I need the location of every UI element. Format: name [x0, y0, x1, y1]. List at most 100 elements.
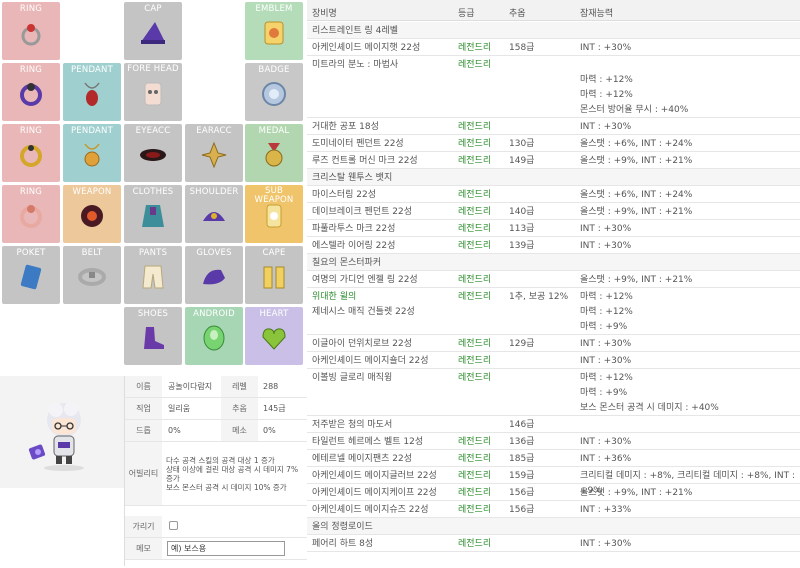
slot-ring[interactable]: RING — [2, 2, 60, 60]
sub-weapon-icon — [266, 204, 282, 228]
equip-name-line: 여명의 가디언 엔젤 링 22성 — [312, 275, 418, 285]
equip-name-line: 리스트레인트 링 4레벨 — [312, 26, 398, 36]
slot-pants[interactable]: PANTS — [124, 246, 182, 304]
slot-heart[interactable]: HEART — [245, 307, 303, 365]
slot-label: CAP — [144, 4, 162, 14]
slot-label: BELT — [81, 248, 103, 258]
equip-name-line: 타일런트 헤르메스 벨트 12성 — [312, 437, 424, 447]
slot-weapon[interactable]: WEAPON — [63, 185, 121, 243]
table-row: 도미네이터 펜던트 22성 레전드리 130급 올스탯 : +6%, INT : +2… — [307, 135, 800, 152]
slot-shoulder[interactable]: SHOULDER — [185, 185, 243, 243]
slot-sub-weapon[interactable]: SUB WEAPON — [245, 185, 303, 243]
slot-ring[interactable]: RING — [2, 185, 60, 243]
table-row: 에테르넬 메이지팬츠 22성 레전드리 185급 INT : +36% — [307, 450, 800, 467]
android-heart-egg-icon — [203, 325, 225, 351]
slot-clothes[interactable]: CLOTHES — [124, 185, 182, 243]
equip-name-line: 미트라의 분노 : 마법사 — [312, 60, 399, 70]
equip-name-line: 위대한 윌의 — [312, 292, 357, 302]
slot-shoes[interactable]: SHOES — [124, 307, 182, 365]
equip-name: 에테르넬 메이지팬츠 22성 — [312, 452, 412, 467]
info-row-job: 직업 일리움 추옵 145급 — [125, 398, 307, 420]
equip-star: 156급 — [509, 488, 535, 498]
slot-cap[interactable]: CAP — [124, 2, 182, 60]
potential-line: INT : +33% — [580, 505, 632, 515]
equip-name: 에스텔라 이어링 22성 — [312, 239, 395, 254]
equip-star: 130급 — [509, 139, 535, 149]
set-header-row: 크리스탈 웬투스 뱃지 — [307, 169, 800, 186]
info-row-memo: 메모 — [125, 538, 307, 560]
slot-gloves[interactable]: GLOVES — [185, 246, 243, 304]
equip-name: 크리스탈 웬투스 뱃지 — [312, 171, 392, 186]
equip-name-line-2: 제네시스 매직 건틀렛 22성 — [312, 307, 415, 317]
equip-potential: INT : +30% — [580, 222, 798, 237]
table-row: 에스텔라 이어링 22성 레전드리 139급 INT : +30% — [307, 237, 800, 254]
equip-grade: 레전드리 — [458, 437, 492, 447]
witch-hat-icon — [141, 22, 165, 44]
table-row: 아케인셰이드 메이지글러브 22성 레전드리 159급 크리티컬 데미지 : +8%,… — [307, 467, 800, 496]
slot-earacc[interactable]: EARACC — [185, 124, 243, 182]
equip-name: 마이스터링 22성 — [312, 188, 376, 203]
equip-potential: 올스탯 : +6%, INT : +24% — [580, 188, 798, 203]
slot-eyeacc[interactable]: EYEACC — [124, 124, 182, 182]
equip-name: 데이브레이크 펜던트 22성 — [312, 205, 412, 220]
slot-medal[interactable]: MEDAL — [245, 124, 303, 182]
slot-cape[interactable]: CAPE — [245, 246, 303, 304]
character-avatar-icon — [28, 402, 84, 471]
slot-badge[interactable]: BADGE — [245, 63, 303, 121]
slot-poket[interactable]: POKET — [2, 246, 60, 304]
hide-checkbox[interactable] — [169, 521, 178, 530]
equip-potential: 마력 : +12% 마력 : +9% 보스 몬스터 공격 시 데미지 : +40% — [580, 371, 798, 416]
memo-input[interactable] — [167, 541, 285, 556]
equip-name-line: 아케인셰이드 메이지숄더 22성 — [312, 356, 429, 366]
set-header-row: 올의 정령로이드 — [307, 518, 800, 535]
shoulder-icon — [203, 212, 225, 221]
slot-label: CAPE — [262, 248, 286, 258]
belt-icon — [78, 268, 106, 286]
equip-name: 이글아이 던위치로브 22성 — [312, 337, 412, 352]
slot-label: MEDAL — [258, 126, 290, 136]
medal-icon — [265, 143, 283, 167]
table-header: 장비명 등급 추옵 잠재능력 — [307, 0, 800, 21]
equip-name: 미트라의 분노 : 마법사 — [312, 58, 398, 73]
equip-name: 위대한 윌의제네시스 매직 건틀렛 22성 — [312, 290, 415, 320]
memo-label: 메모 — [125, 538, 162, 559]
equip-name-line: 아케인셰이드 메이지케이프 22성 — [312, 488, 437, 498]
earring-icon — [201, 141, 227, 169]
table-row: 아케인셰이드 메이지햇 22성 레전드리 158급 INT : +30% — [307, 39, 800, 56]
slot-ring[interactable]: RING — [2, 124, 60, 182]
equip-name: 아케인셰이드 메이지케이프 22성 — [312, 486, 437, 501]
header-potential: 잠재능력 — [580, 9, 614, 19]
slot-label: RING — [19, 65, 43, 75]
slot-android[interactable]: ANDROID — [185, 307, 243, 365]
slot-label: GLOVES — [196, 248, 232, 258]
slot-ring[interactable]: RING — [2, 63, 60, 121]
equip-name-line: 루즈 컨트롤 머신 마크 22성 — [312, 156, 418, 166]
equip-potential: INT : +30% — [580, 239, 798, 254]
drop-label: 드롭 — [125, 420, 162, 441]
info-row-hide: 가리기 — [125, 516, 307, 538]
equip-potential: INT : +33% — [580, 503, 798, 518]
slot-label: HEART — [259, 309, 289, 319]
potential-line: 마력 : +9% — [580, 322, 628, 332]
info-row-drop: 드롭 0% 메소 0% — [125, 420, 307, 442]
slot-belt[interactable]: BELT — [63, 246, 121, 304]
ability-line-3: 보스 몬스터 공격 시 데미지 10% 증가 — [166, 482, 287, 492]
equip-name: 아케인셰이드 메이지글러브 22성 — [312, 469, 437, 484]
slot-pendant[interactable]: PENDANT — [63, 63, 121, 121]
table-row: 이글아이 던위치로브 22성 레전드리 129급 INT : +30% — [307, 335, 800, 352]
equip-star: 1추, 보공 12% — [509, 292, 569, 302]
equip-name: 올의 정령로이드 — [312, 520, 373, 535]
equip-name-line: 파풀라투스 마크 22성 — [312, 224, 396, 234]
slot-emblem[interactable]: EMBLEM — [245, 2, 303, 60]
equip-star: 140급 — [509, 207, 535, 217]
table-row: 거대한 공포 18성 레전드리 INT : +30% — [307, 118, 800, 135]
hide-label: 가리기 — [125, 516, 162, 537]
slot-pendant[interactable]: PENDANT — [63, 124, 121, 182]
equip-potential: 올스탯 : +9%, INT : +21% — [580, 205, 798, 220]
equip-potential: INT : +30% — [580, 354, 798, 369]
equip-name: 아케인셰이드 메이지숄더 22성 — [312, 354, 429, 369]
clothes-icon — [142, 205, 164, 227]
slot-fore-head[interactable]: FORE HEAD — [124, 63, 182, 121]
equip-star: 146급 — [509, 420, 535, 430]
gloves-icon — [203, 269, 225, 285]
